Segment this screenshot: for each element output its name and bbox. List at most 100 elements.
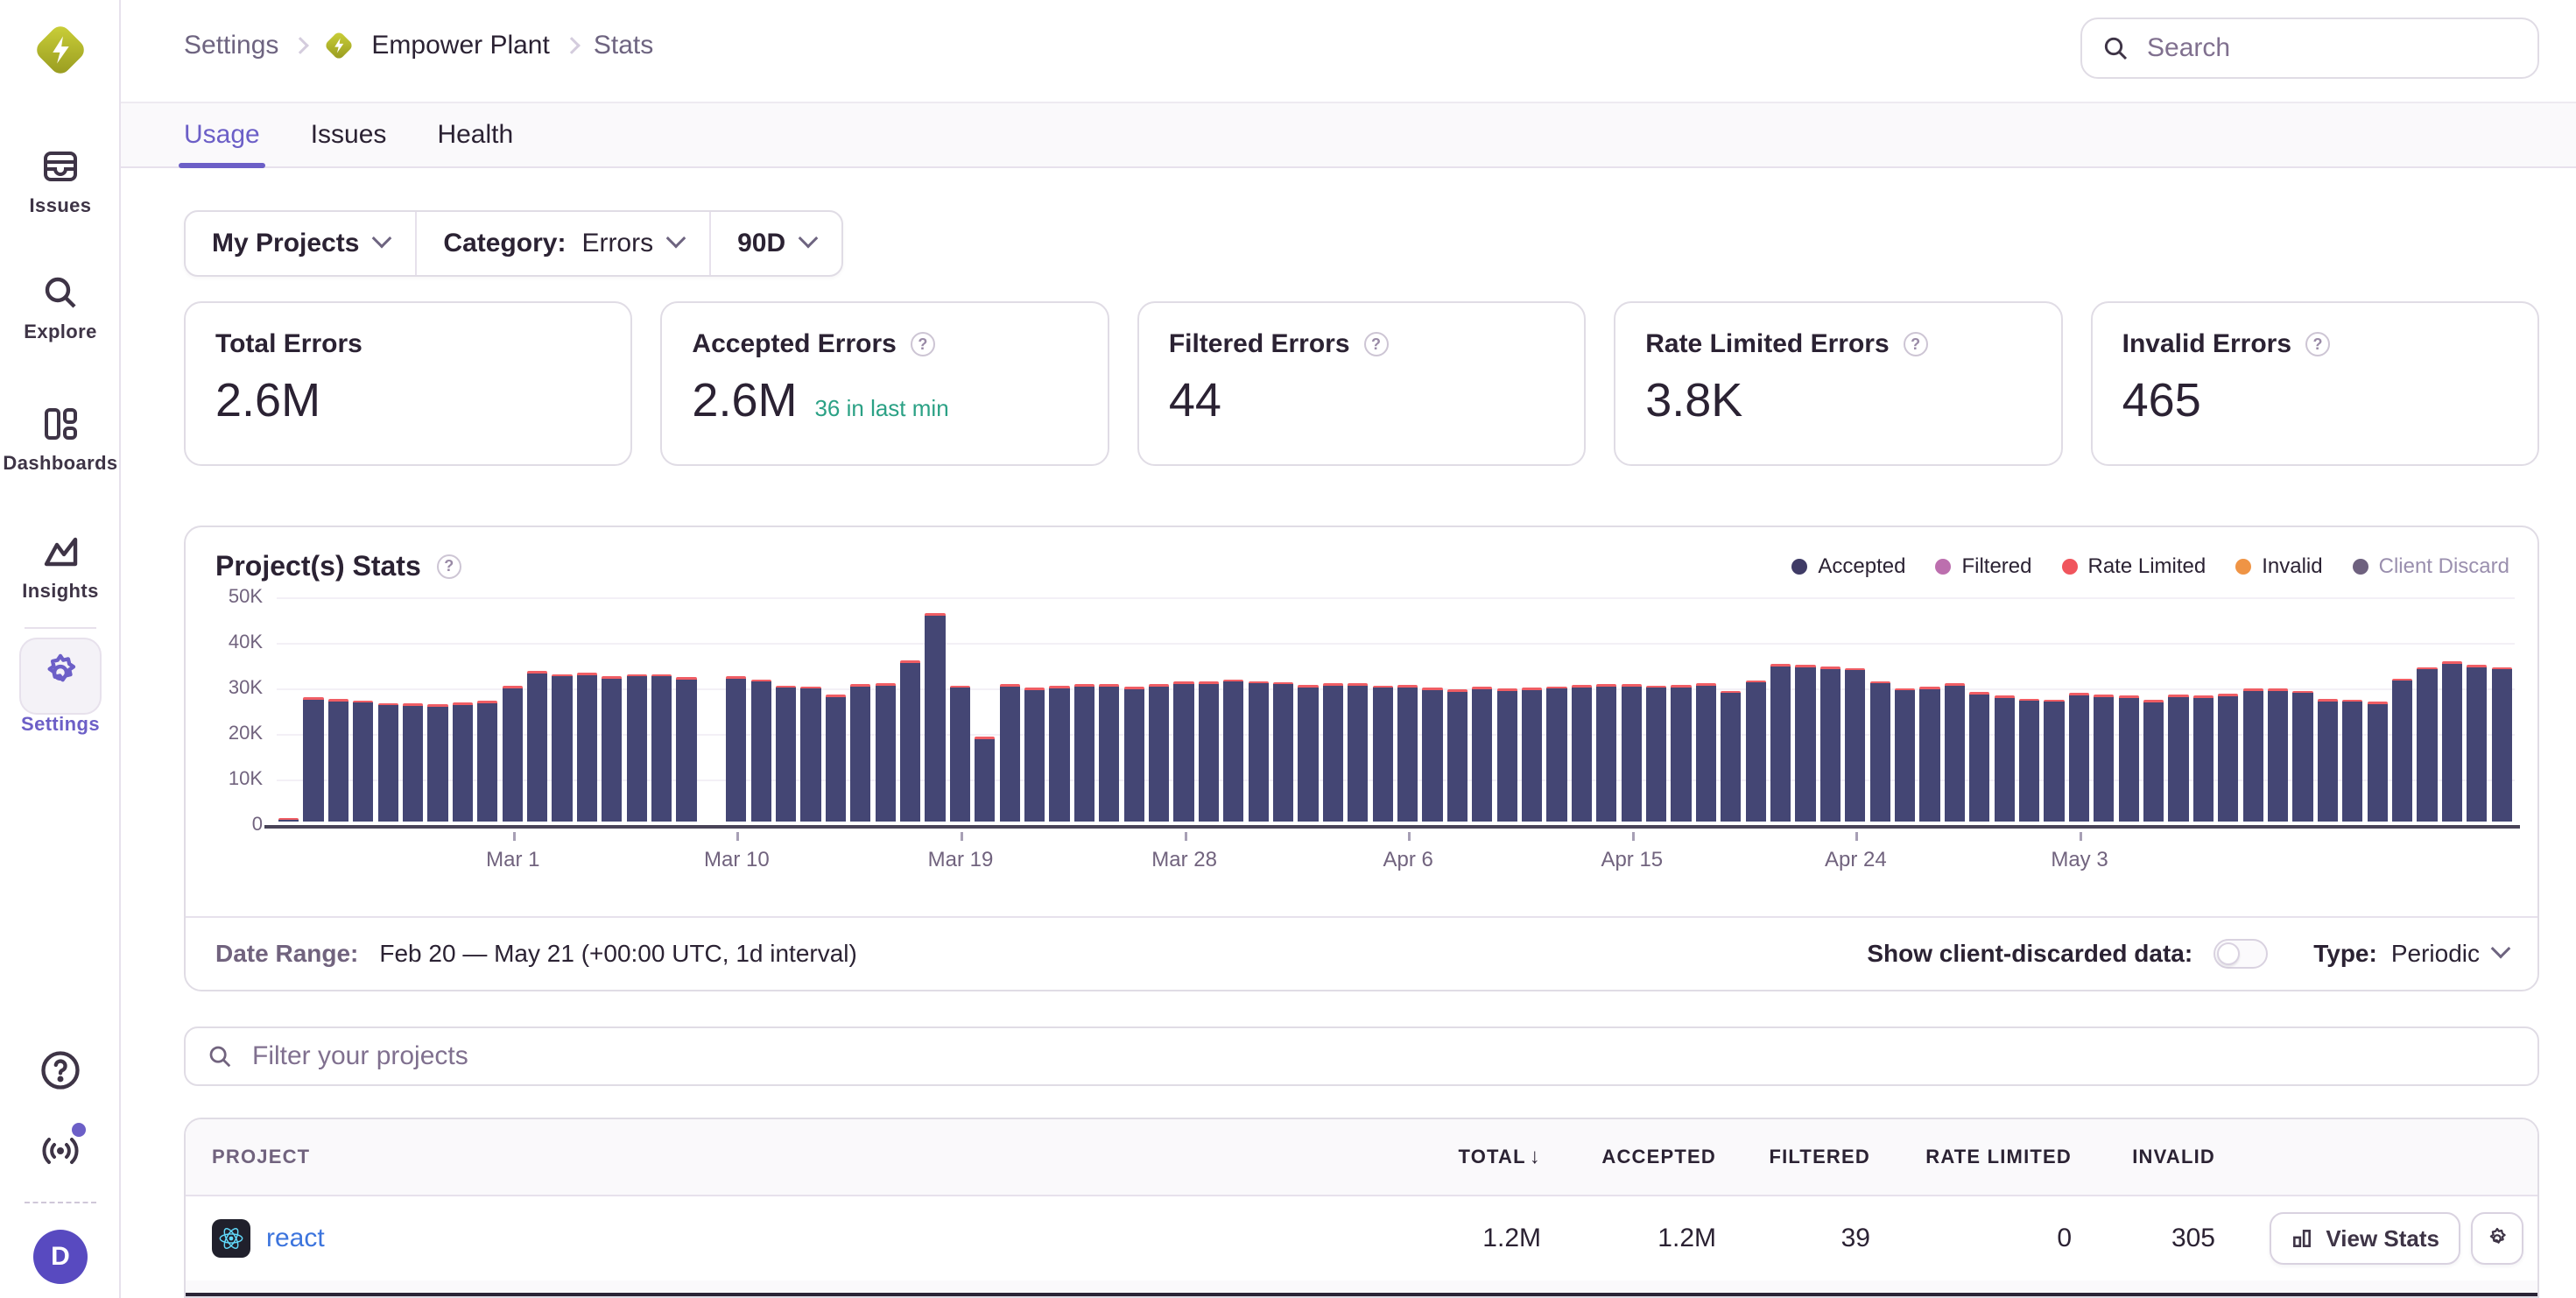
bar[interactable] bbox=[427, 704, 447, 822]
bar[interactable] bbox=[403, 703, 423, 822]
date-period-selector[interactable]: 90D bbox=[709, 212, 841, 275]
legend-item[interactable]: Client Discard bbox=[2353, 554, 2509, 579]
bar[interactable] bbox=[2292, 691, 2312, 822]
project-link[interactable]: react bbox=[266, 1224, 325, 1253]
bar[interactable] bbox=[2342, 700, 2362, 822]
bar[interactable] bbox=[527, 671, 547, 822]
sentry-logo-icon[interactable] bbox=[30, 19, 91, 81]
sidebar-item-insights[interactable]: Insights bbox=[0, 531, 121, 603]
bar[interactable] bbox=[1422, 688, 1442, 822]
bar[interactable] bbox=[627, 674, 647, 822]
bar[interactable] bbox=[2094, 695, 2114, 822]
project-filter[interactable] bbox=[184, 1026, 2539, 1086]
bar[interactable] bbox=[1870, 681, 1890, 822]
bar[interactable] bbox=[1497, 688, 1517, 822]
bar[interactable] bbox=[1820, 667, 1841, 822]
search-input[interactable] bbox=[2143, 32, 2518, 65]
legend-item[interactable]: Accepted bbox=[1791, 554, 1905, 579]
bar[interactable] bbox=[1646, 686, 1666, 822]
bar[interactable] bbox=[2492, 667, 2512, 822]
col-accepted[interactable]: ACCEPTED bbox=[1541, 1146, 1716, 1168]
bar[interactable] bbox=[826, 695, 846, 822]
bar[interactable] bbox=[1919, 687, 1939, 822]
bar[interactable] bbox=[2392, 679, 2412, 822]
bar[interactable] bbox=[328, 699, 348, 822]
bar[interactable] bbox=[2019, 699, 2039, 822]
bar[interactable] bbox=[303, 697, 323, 822]
bar[interactable] bbox=[1149, 684, 1169, 822]
bar[interactable] bbox=[2417, 667, 2437, 822]
bar[interactable] bbox=[651, 674, 672, 822]
sidebar-item-settings[interactable]: Settings bbox=[0, 650, 121, 736]
bar[interactable] bbox=[776, 686, 796, 822]
help-tooltip-icon[interactable] bbox=[1904, 332, 1928, 356]
tab-issues[interactable]: Issues bbox=[311, 103, 387, 166]
bar[interactable] bbox=[2193, 695, 2214, 822]
col-filtered[interactable]: FILTERED bbox=[1716, 1146, 1870, 1168]
category-selector[interactable]: Category: Errors bbox=[415, 212, 709, 275]
bar[interactable] bbox=[477, 701, 497, 822]
bar[interactable] bbox=[1721, 691, 1741, 822]
legend-item[interactable]: Rate Limited bbox=[2062, 554, 2206, 579]
bar[interactable] bbox=[1173, 681, 1193, 822]
breadcrumb-settings[interactable]: Settings bbox=[184, 31, 278, 60]
bar[interactable] bbox=[378, 703, 398, 822]
bar[interactable] bbox=[1472, 687, 1492, 822]
bar[interactable] bbox=[1671, 685, 1691, 822]
bar[interactable] bbox=[1995, 695, 2015, 822]
help-tooltip-icon[interactable] bbox=[911, 332, 935, 356]
bar[interactable] bbox=[1596, 684, 1616, 822]
bar[interactable] bbox=[876, 683, 896, 822]
bar[interactable] bbox=[2143, 700, 2164, 822]
bar[interactable] bbox=[1273, 682, 1293, 822]
bar[interactable] bbox=[1969, 692, 1989, 822]
bar[interactable] bbox=[1124, 687, 1144, 822]
bar[interactable] bbox=[925, 613, 945, 822]
bar[interactable] bbox=[2318, 699, 2338, 822]
global-search[interactable] bbox=[2080, 18, 2539, 79]
project-settings-button[interactable] bbox=[2471, 1212, 2523, 1265]
project-selector[interactable]: My Projects bbox=[186, 212, 415, 275]
tab-health[interactable]: Health bbox=[437, 103, 513, 166]
bar[interactable] bbox=[1522, 688, 1542, 822]
bar[interactable] bbox=[800, 687, 820, 822]
bar[interactable] bbox=[1074, 684, 1094, 822]
bar[interactable] bbox=[1397, 685, 1418, 822]
bar[interactable] bbox=[552, 674, 572, 822]
bar[interactable] bbox=[2442, 661, 2462, 822]
bar[interactable] bbox=[2119, 695, 2139, 822]
bar[interactable] bbox=[1696, 683, 1716, 822]
bar[interactable] bbox=[1447, 689, 1467, 822]
help-tooltip-icon[interactable] bbox=[1364, 332, 1389, 356]
bar[interactable] bbox=[1770, 664, 1791, 822]
sidebar-item-issues[interactable]: Issues bbox=[0, 145, 121, 217]
col-rate-limited[interactable]: RATE LIMITED bbox=[1870, 1146, 2072, 1168]
whats-new-button[interactable] bbox=[0, 1130, 121, 1172]
legend-item[interactable]: Filtered bbox=[1935, 554, 2031, 579]
bar[interactable] bbox=[975, 737, 995, 822]
bar[interactable] bbox=[1099, 684, 1119, 822]
client-discard-toggle[interactable] bbox=[2214, 939, 2268, 969]
tab-usage[interactable]: Usage bbox=[184, 103, 260, 166]
bar[interactable] bbox=[577, 673, 597, 822]
bar[interactable] bbox=[1298, 685, 1318, 822]
bar[interactable] bbox=[2218, 694, 2238, 822]
bar[interactable] bbox=[1622, 684, 1642, 822]
bar[interactable] bbox=[1199, 681, 1219, 822]
bar[interactable] bbox=[1572, 685, 1592, 822]
bar[interactable] bbox=[602, 676, 622, 822]
bar[interactable] bbox=[1373, 686, 1393, 822]
bar[interactable] bbox=[1049, 686, 1069, 822]
bar[interactable] bbox=[1024, 688, 1045, 822]
legend-item[interactable]: Invalid bbox=[2235, 554, 2322, 579]
bar[interactable] bbox=[2243, 688, 2263, 822]
bar[interactable] bbox=[2168, 695, 2188, 822]
bar[interactable] bbox=[453, 702, 473, 822]
bar[interactable] bbox=[1000, 684, 1020, 822]
breadcrumb-org[interactable]: Empower Plant bbox=[371, 31, 549, 60]
bar[interactable] bbox=[850, 684, 870, 822]
bar[interactable] bbox=[1546, 687, 1566, 822]
bar[interactable] bbox=[726, 676, 746, 822]
sidebar-item-explore[interactable]: Explore bbox=[0, 272, 121, 343]
help-tooltip-icon[interactable] bbox=[2305, 332, 2330, 356]
